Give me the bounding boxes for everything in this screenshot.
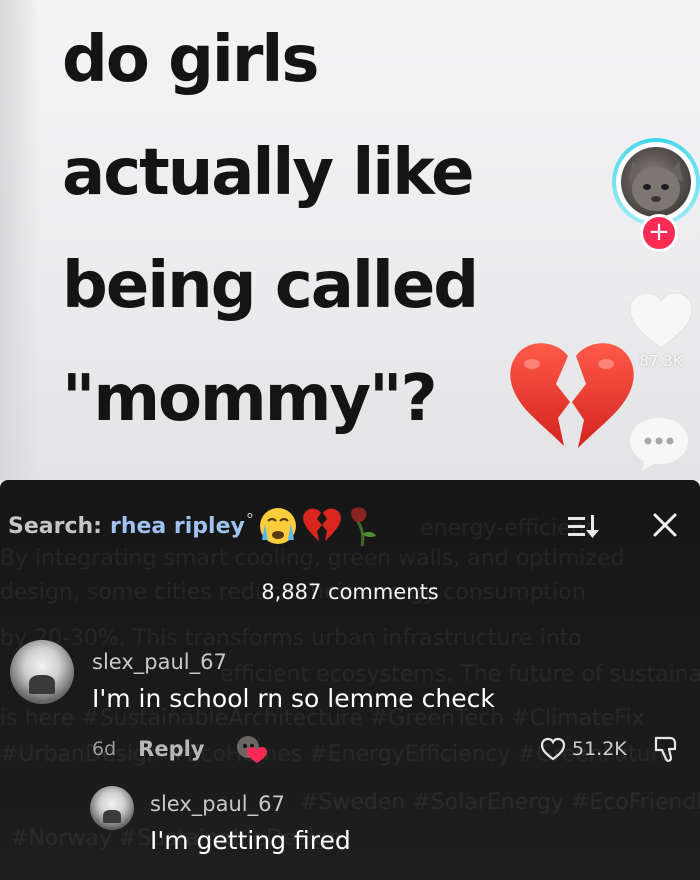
crying-face-emoji (259, 508, 296, 544)
creator-avatar[interactable] (612, 138, 700, 226)
comment-like-count: 51.2K (572, 738, 627, 760)
search-suffix: ° (245, 510, 254, 529)
caption-line: being called (62, 249, 479, 323)
comment-text: I'm getting fired (150, 826, 351, 855)
wilted-rose-emoji (351, 507, 376, 547)
heart-icon[interactable] (628, 292, 694, 350)
follow-plus-button[interactable]: + (640, 214, 678, 252)
like-count: 87.3K (639, 352, 683, 370)
search-suggestion[interactable]: Search: rhea ripley ° (8, 506, 382, 547)
avatar[interactable] (10, 640, 74, 704)
comment-bubble-icon[interactable] (626, 414, 692, 474)
dislike-icon[interactable] (652, 734, 680, 764)
search-label: Search: (8, 513, 102, 539)
close-icon[interactable] (650, 510, 680, 540)
cat-avatar-image (621, 147, 691, 217)
comment-username[interactable]: slex_paul_67 (150, 792, 285, 816)
video-edge-shade (0, 0, 40, 480)
video-frame[interactable]: do girls actually like being called "mom… (0, 0, 700, 480)
comments-sheet[interactable]: energy-efficient By integrating smart co… (0, 480, 700, 880)
broken-heart-emoji (303, 508, 341, 541)
heart-outline-icon (540, 737, 566, 761)
reply-button[interactable]: Reply (138, 737, 204, 761)
comment-username[interactable]: slex_paul_67 (92, 650, 227, 674)
avatar[interactable] (90, 786, 134, 830)
broken-heart-icon (510, 343, 634, 448)
avatar-frame (616, 142, 696, 222)
comment-actions: 6d Reply 51.2K (92, 732, 692, 766)
search-term-link[interactable]: rhea ripley (110, 514, 245, 539)
sort-icon[interactable] (566, 512, 600, 542)
creator-liked-badge-icon (236, 736, 267, 763)
comment-count: 8,887 comments (261, 580, 439, 604)
comment-text: I'm in school rn so lemme check (92, 684, 495, 713)
caption-line: actually like (62, 136, 474, 210)
comment-timestamp: 6d (92, 738, 117, 760)
caption-line: do girls (62, 23, 319, 97)
comment-like-button[interactable]: 51.2K (540, 732, 627, 766)
ghost-text: By integrating smart cooling, green wall… (0, 546, 625, 571)
cat-face-icon (629, 161, 683, 211)
ghost-text: by 20-30%. This transforms urban infrast… (0, 626, 582, 651)
